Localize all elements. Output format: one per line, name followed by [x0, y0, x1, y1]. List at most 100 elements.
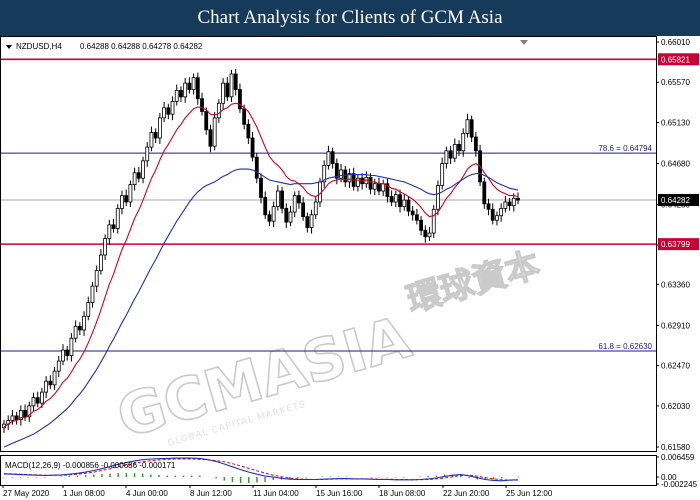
candle-body [170, 101, 175, 115]
price-tick-label: 0.62910 [661, 321, 690, 330]
candle-body [250, 137, 255, 158]
candle-body [486, 203, 491, 210]
candle-body [507, 201, 512, 207]
candle-body [297, 195, 301, 204]
candle-body [183, 82, 188, 98]
time-tick-label: 15 Jun 16:00 [316, 489, 363, 498]
fibonacci-label: 78.6 = 0.64794 [598, 144, 652, 153]
price-axis: 0.660100.655700.651300.646800.642300.637… [656, 38, 699, 489]
candle-body [99, 254, 103, 271]
time-tick-label: 18 Jun 08:00 [379, 489, 426, 498]
candle-body [284, 207, 289, 223]
candle-body [124, 195, 129, 203]
candle-body [309, 214, 314, 228]
candle-body [457, 143, 461, 152]
candle-body [86, 302, 91, 317]
time-tick-label: 4 Jun 00:00 [126, 489, 168, 498]
macd-chart-frame [0, 455, 657, 486]
macd-tick-label: -0.002245 [661, 480, 698, 489]
candle-body [191, 77, 196, 90]
candle-body [162, 107, 166, 119]
candle-body [427, 232, 432, 238]
candle-body [330, 151, 335, 164]
candle-body [166, 107, 171, 115]
candle-body [208, 129, 213, 147]
candle-body [499, 207, 504, 217]
candle-body [149, 132, 154, 148]
candle-body [141, 160, 145, 179]
candle-body [301, 202, 306, 218]
candle-body [465, 119, 470, 134]
candle-body [461, 133, 466, 152]
candle-body [305, 216, 310, 228]
candle-body [23, 410, 27, 418]
candle-body [339, 169, 343, 179]
candle-body [452, 143, 457, 159]
candle-body [216, 102, 221, 119]
candle-body [145, 146, 150, 162]
candle-body [225, 82, 230, 98]
candle-body [200, 98, 204, 112]
candle-body [423, 229, 428, 238]
time-tick-label: 8 Jun 12:00 [190, 489, 232, 498]
candle-body [511, 197, 516, 207]
time-tick-label: 11 Jun 04:00 [253, 489, 299, 498]
candle-body [233, 73, 238, 90]
candle-body [469, 119, 474, 138]
candle-body [153, 132, 158, 139]
candle-body [221, 82, 225, 104]
price-tick-label: 0.62030 [661, 402, 690, 411]
time-tick-label: 25 Jun 12:00 [506, 489, 553, 498]
candle-body [40, 391, 44, 404]
candle-body [482, 181, 487, 205]
candle-body [259, 177, 263, 198]
candle-body [393, 194, 398, 203]
candle-body [267, 214, 272, 222]
candle-body [381, 183, 386, 192]
candle-body [90, 285, 95, 303]
candle-body [490, 208, 495, 221]
candle-body [77, 325, 82, 331]
candle-body [195, 77, 200, 100]
macd-label: MACD(12,26,9) -0.000856 -0.000686 -0.000… [5, 461, 176, 470]
candle-body [431, 208, 436, 234]
candle-body [157, 117, 162, 139]
price-tick-label: 0.65130 [661, 118, 690, 127]
candle-body [377, 183, 381, 192]
candle-body [246, 123, 251, 139]
candle-body [263, 197, 268, 216]
candle-body [10, 415, 15, 421]
candle-body [275, 190, 280, 207]
trading-chart[interactable]: GCMASIA 環球資本 GLOBAL CAPITAL MARKETS 78.6… [0, 36, 700, 500]
candle-body [326, 151, 331, 166]
candle-body [448, 150, 453, 159]
candle-body [402, 199, 407, 207]
candle-body [229, 73, 234, 98]
candle-body [242, 108, 247, 125]
time-tick-label: 27 May 2020 [3, 489, 50, 498]
candle-body [132, 172, 137, 186]
time-tick-label: 22 Jun 20:00 [443, 489, 490, 498]
macd-tick-label: 0.006459 [661, 453, 695, 462]
candle-body [440, 163, 445, 186]
candle-body [516, 197, 520, 201]
candle-body [419, 219, 423, 231]
price-tick-label: 0.62470 [661, 362, 690, 371]
candle-body [94, 270, 99, 287]
candle-body [174, 90, 179, 102]
candle-body [187, 82, 192, 90]
banner-title: Chart Analysis for Clients of GCM Asia [197, 7, 503, 28]
candle-body [31, 397, 36, 407]
chart-title-banner: Chart Analysis for Clients of GCM Asia [0, 0, 700, 36]
candle-body [107, 224, 112, 239]
candle-body [44, 380, 49, 393]
candle-body [398, 194, 402, 207]
candle-body [115, 207, 120, 229]
candle-body [128, 184, 133, 203]
candle-body [436, 185, 440, 210]
candle-body [48, 380, 53, 386]
candle-body [204, 111, 209, 131]
candle-body [120, 195, 124, 209]
candle-body [73, 325, 78, 339]
candle-body [61, 349, 65, 362]
